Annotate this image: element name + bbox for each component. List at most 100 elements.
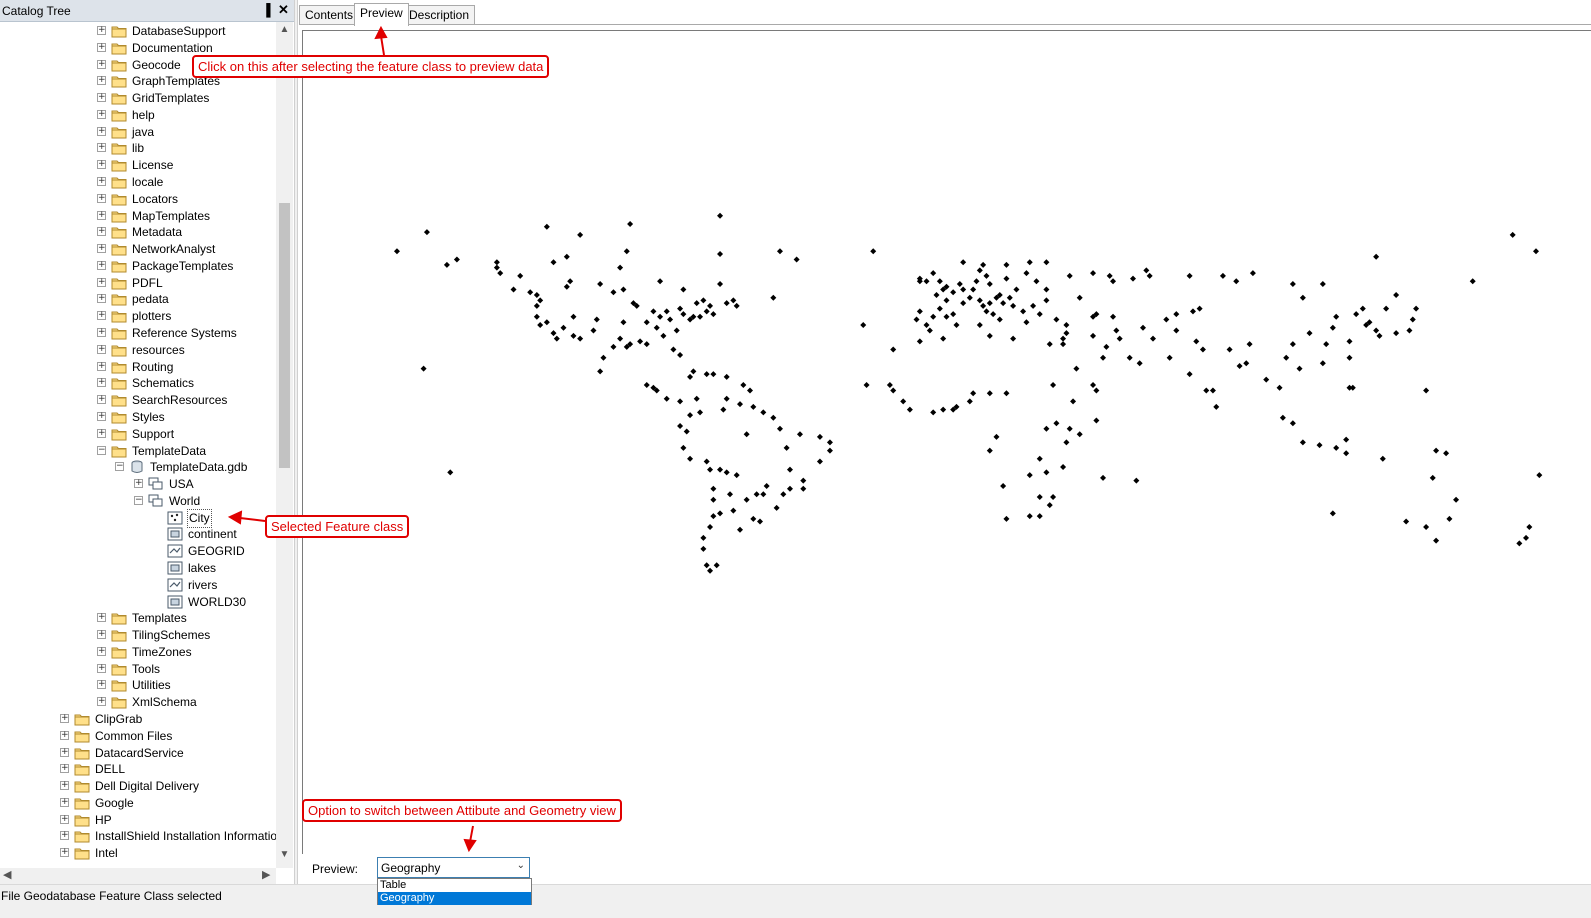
tree-item-templates[interactable]: + Templates [0, 610, 276, 627]
collapse-icon[interactable]: − [97, 445, 106, 455]
expand-icon[interactable]: + [97, 126, 106, 136]
expand-icon[interactable]: + [60, 713, 69, 723]
tree-item-help[interactable]: + help [0, 107, 276, 124]
expand-icon[interactable]: + [60, 747, 69, 757]
expand-icon[interactable]: + [60, 848, 69, 858]
expand-icon[interactable]: + [97, 244, 106, 254]
expand-icon[interactable]: + [97, 395, 106, 405]
expand-icon[interactable]: + [97, 630, 106, 640]
tree-item-reference-systems[interactable]: + Reference Systems [0, 325, 276, 342]
tree-item-utilities[interactable]: + Utilities [0, 677, 276, 694]
expand-icon[interactable]: + [60, 814, 69, 824]
expand-icon[interactable]: + [60, 831, 69, 841]
tree-item-packagetemplates[interactable]: + PackageTemplates [0, 258, 276, 275]
tree-item-city[interactable]: City [0, 508, 276, 528]
tree-item-styles[interactable]: + Styles [0, 409, 276, 426]
chevron-down-icon[interactable]: ⌄ [517, 860, 525, 871]
tree-item-schematics[interactable]: + Schematics [0, 375, 276, 392]
tree-item-world30[interactable]: WORLD30 [0, 594, 276, 611]
tree-item-installshield-installation-informatio[interactable]: + InstallShield Installation Informatio [0, 828, 276, 845]
tree-item-gridtemplates[interactable]: + GridTemplates [0, 90, 276, 107]
tree-item-lib[interactable]: + lib [0, 140, 276, 157]
collapse-icon[interactable]: − [115, 462, 124, 472]
expand-icon[interactable]: + [97, 177, 106, 187]
tree-item-hp[interactable]: + HP [0, 812, 276, 829]
scroll-left-arrow-icon[interactable]: ◀ [3, 868, 11, 881]
expand-icon[interactable]: + [97, 260, 106, 270]
tab-preview[interactable]: Preview [354, 3, 409, 26]
expand-icon[interactable]: + [97, 328, 106, 338]
tree-item-dell-digital-delivery[interactable]: + Dell Digital Delivery [0, 778, 276, 795]
tree-item-pedata[interactable]: + pedata [0, 291, 276, 308]
expand-icon[interactable]: + [97, 277, 106, 287]
tree-item-locators[interactable]: + Locators [0, 191, 276, 208]
tree-item-world[interactable]: − World [0, 493, 276, 510]
tree-item-dell[interactable]: + DELL [0, 761, 276, 778]
tree-item-geogrid[interactable]: GEOGRID [0, 543, 276, 560]
tree-item-plotters[interactable]: + plotters [0, 308, 276, 325]
tree-item-java[interactable]: + java [0, 124, 276, 141]
tree-vertical-scrollbar[interactable]: ▲ ▼ [276, 22, 293, 868]
geography-preview-map[interactable] [302, 30, 1591, 854]
expand-icon[interactable]: + [60, 781, 69, 791]
tree-item-rivers[interactable]: rivers [0, 577, 276, 594]
expand-icon[interactable]: + [97, 344, 106, 354]
expand-icon[interactable]: + [97, 210, 106, 220]
expand-icon[interactable]: + [97, 646, 106, 656]
expand-icon[interactable]: + [97, 143, 106, 153]
expand-icon[interactable]: + [97, 311, 106, 321]
collapse-icon[interactable]: − [134, 495, 143, 505]
tree-item-tools[interactable]: + Tools [0, 661, 276, 678]
tree-item-usa[interactable]: + USA [0, 476, 276, 493]
close-icon[interactable]: ✕ [278, 2, 289, 18]
tree-item-resources[interactable]: + resources [0, 342, 276, 359]
tree-item-templatedata[interactable]: − TemplateData [0, 443, 276, 460]
tree-item-lakes[interactable]: lakes [0, 560, 276, 577]
tree-item-locale[interactable]: + locale [0, 174, 276, 191]
preview-mode-select[interactable]: Geography ⌄ [377, 857, 530, 878]
tree-item-license[interactable]: + License [0, 157, 276, 174]
tree-item-xmlschema[interactable]: + XmlSchema [0, 694, 276, 711]
tree-item-timezones[interactable]: + TimeZones [0, 644, 276, 661]
expand-icon[interactable]: + [97, 109, 106, 119]
tree-item-metadata[interactable]: + Metadata [0, 224, 276, 241]
option-table[interactable]: Table [378, 879, 531, 892]
expand-icon[interactable]: + [97, 26, 106, 35]
tree-item-maptemplates[interactable]: + MapTemplates [0, 208, 276, 225]
scroll-down-arrow-icon[interactable]: ▼ [276, 849, 293, 860]
scroll-right-arrow-icon[interactable]: ▶ [262, 868, 270, 881]
expand-icon[interactable]: + [60, 764, 69, 774]
tree-item-searchresources[interactable]: + SearchResources [0, 392, 276, 409]
tree-item-common-files[interactable]: + Common Files [0, 728, 276, 745]
tree-item-routing[interactable]: + Routing [0, 359, 276, 376]
expand-icon[interactable]: + [97, 361, 106, 371]
expand-icon[interactable]: + [97, 76, 106, 86]
expand-icon[interactable]: + [97, 680, 106, 690]
expand-icon[interactable]: + [97, 613, 106, 623]
scroll-up-arrow-icon[interactable]: ▲ [276, 24, 293, 35]
option-geography[interactable]: Geography [378, 892, 531, 905]
expand-icon[interactable]: + [97, 59, 106, 69]
expand-icon[interactable]: + [134, 479, 143, 489]
expand-icon[interactable]: + [97, 697, 106, 707]
pin-icon[interactable]: ▐ [262, 3, 271, 17]
tree-item-networkanalyst[interactable]: + NetworkAnalyst [0, 241, 276, 258]
tree-item-datacardservice[interactable]: + DatacardService [0, 745, 276, 762]
expand-icon[interactable]: + [97, 227, 106, 237]
expand-icon[interactable]: + [97, 42, 106, 52]
tree-item-pdfl[interactable]: + PDFL [0, 275, 276, 292]
expand-icon[interactable]: + [97, 294, 106, 304]
expand-icon[interactable]: + [97, 411, 106, 421]
tree-item-templatedata-gdb[interactable]: − TemplateData.gdb [0, 459, 276, 476]
panel-splitter[interactable] [294, 0, 298, 884]
expand-icon[interactable]: + [97, 663, 106, 673]
tree-item-clipgrab[interactable]: + ClipGrab [0, 711, 276, 728]
tab-contents[interactable]: Contents [299, 5, 360, 24]
expand-icon[interactable]: + [60, 797, 69, 807]
expand-icon[interactable]: + [97, 428, 106, 438]
tree-item-intel[interactable]: + Intel [0, 845, 276, 862]
tree-item-databasesupport[interactable]: + DatabaseSupport [0, 23, 276, 40]
expand-icon[interactable]: + [97, 160, 106, 170]
tree-item-google[interactable]: + Google [0, 795, 276, 812]
tree-item-support[interactable]: + Support [0, 426, 276, 443]
